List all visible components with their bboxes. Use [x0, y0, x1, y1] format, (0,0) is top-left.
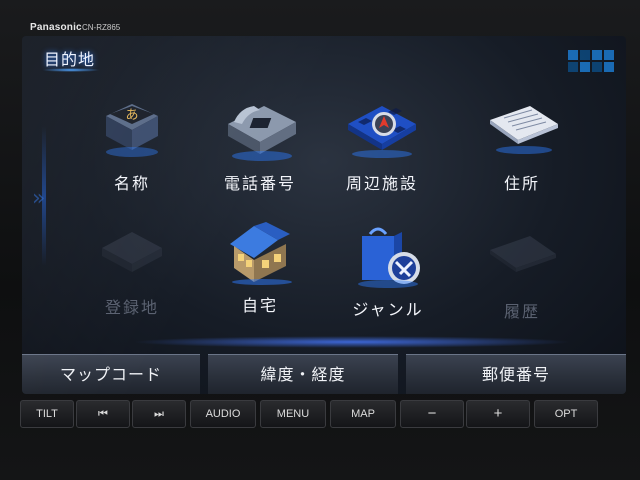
map-button[interactable]: MAP	[330, 400, 396, 428]
menu-item-nearby-label: 周辺施設	[345, 174, 418, 193]
brand-logo: Panasonic	[30, 22, 82, 33]
menu-item-nearby[interactable]: 周辺施設	[322, 94, 442, 214]
menu-item-home[interactable]: 自宅	[200, 216, 320, 336]
menu-item-genre-label: ジャンル	[352, 300, 424, 319]
menu-item-name-label: 名称	[113, 174, 150, 193]
postal-code-button[interactable]: 郵便番号	[406, 354, 626, 394]
document-icon	[490, 106, 558, 154]
menu-item-history[interactable]: 履歴	[462, 222, 582, 342]
minus-button[interactable]: −	[400, 400, 464, 428]
menu-item-address[interactable]: 住所	[462, 94, 582, 214]
registered-places-icon	[102, 232, 162, 272]
compass-map-icon	[348, 106, 416, 158]
latlon-button[interactable]: 緯度・経度	[208, 354, 398, 394]
menu-item-genre[interactable]: ジャンル	[328, 220, 448, 340]
menu-item-phone-label: 電話番号	[223, 174, 296, 193]
next-track-button[interactable]: ⏭	[132, 400, 186, 428]
history-icon	[490, 236, 556, 272]
telephone-icon	[228, 106, 296, 161]
plus-button[interactable]: +	[466, 400, 530, 428]
menu-item-registered-label: 登録地	[104, 298, 159, 317]
mapcode-button[interactable]: マップコード	[22, 354, 200, 394]
signal-status-icon	[568, 50, 614, 72]
menu-item-home-label: 自宅	[241, 296, 278, 315]
shopping-bag-icon	[358, 227, 420, 288]
page-title: 目的地	[44, 50, 96, 69]
menu-button[interactable]: MENU	[260, 400, 326, 428]
opt-button[interactable]: OPT	[534, 400, 598, 428]
hiragana-a-icon: あ	[106, 104, 158, 157]
menu-item-name[interactable]: あ 名称	[72, 94, 192, 214]
svg-text:あ: あ	[125, 108, 138, 123]
hardware-buttons: TILT ⏮ ⏭ AUDIO MENU MAP − + OPT	[16, 400, 624, 430]
prev-track-button[interactable]: ⏮	[76, 400, 130, 428]
menu-item-registered[interactable]: 登録地	[72, 218, 192, 338]
glow-divider	[132, 336, 572, 348]
menu-item-address-label: 住所	[503, 174, 540, 193]
model-label: CN-RZ865	[82, 23, 121, 32]
tilt-button[interactable]: TILT	[20, 400, 74, 428]
chevron-left-icon[interactable]: »	[32, 186, 45, 211]
menu-item-history-label: 履歴	[503, 302, 540, 321]
audio-button[interactable]: AUDIO	[190, 400, 256, 428]
menu-item-phone[interactable]: 電話番号	[200, 94, 320, 214]
house-icon	[230, 222, 292, 285]
title-underline	[42, 68, 100, 72]
nav-screen: 目的地 » あ 名称 電話番号 周辺施設 住所 登録地 自宅 ジャンル 履歴 マ…	[22, 36, 626, 394]
